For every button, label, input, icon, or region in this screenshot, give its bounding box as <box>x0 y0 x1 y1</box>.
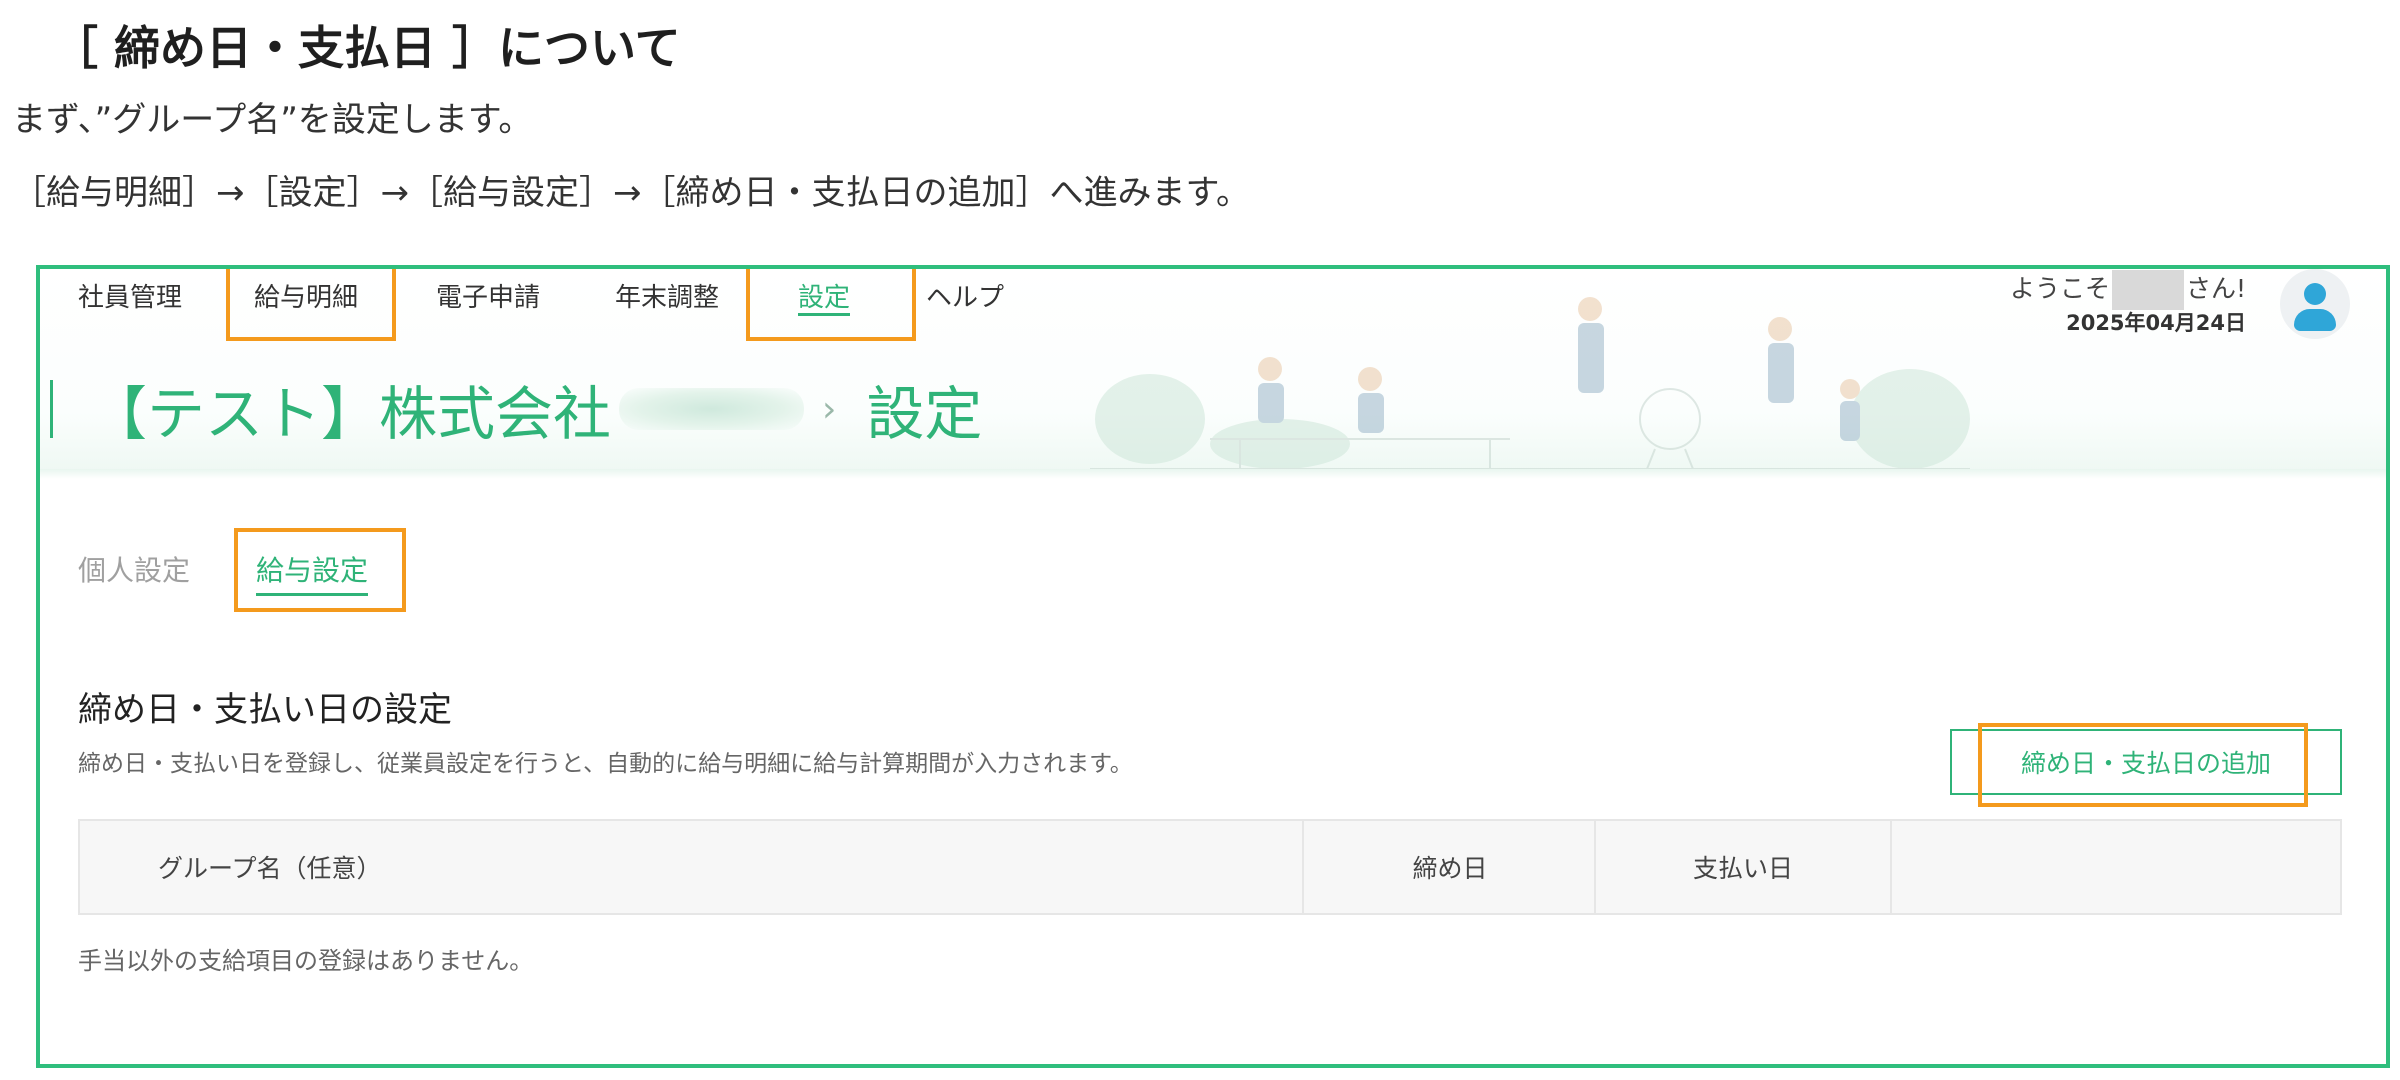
page-title: 【テスト】株式会社 › 設定 <box>50 367 982 451</box>
redacted-username <box>2111 270 2184 310</box>
highlight-settings <box>746 269 916 341</box>
column-closing-day: 締め日 <box>1302 821 1596 913</box>
tab-personal-settings[interactable]: 個人設定 <box>78 549 190 589</box>
welcome-message: ようこそ さん! <box>2010 269 2246 310</box>
empty-table-message: 手当以外の支給項目の登録はありません。 <box>78 947 534 975</box>
closing-day-table: グループ名（任意） 締め日 支払い日 <box>78 819 2342 915</box>
nav-employee-management[interactable]: 社員管理 <box>78 277 182 314</box>
doc-title: ［ 締め日・支払日 ］について <box>52 21 681 75</box>
section-title: 締め日・支払い日の設定 <box>78 690 452 730</box>
highlight-payslip <box>226 269 396 341</box>
current-date: 2025年04月24日 <box>2066 311 2246 335</box>
doc-instruction-2: ［給与明細］→［設定］→［給与設定］→［締め日・支払日の追加］へ進みます。 <box>12 173 1251 213</box>
highlight-add-button <box>1978 723 2308 807</box>
highlight-payroll-settings <box>234 528 406 612</box>
nav-e-application[interactable]: 電子申請 <box>436 277 540 314</box>
user-avatar-icon[interactable] <box>2280 269 2350 339</box>
company-name: 【テスト】株式会社 <box>89 380 612 448</box>
section-description: 締め日・支払い日を登録し、従業員設定を行うと、自動的に給与明細に給与計算期間が入… <box>78 751 1133 777</box>
bbq-party-illustration <box>1090 297 1970 474</box>
column-group-name: グループ名（任意） <box>158 854 382 883</box>
nav-help[interactable]: ヘルプ <box>926 277 1004 314</box>
screenshot-frame: 社員管理 給与明細 電子申請 年末調整 設定 ヘルプ ようこそ さん! 2025年… <box>36 265 2390 1068</box>
nav-year-end-adjustment[interactable]: 年末調整 <box>615 277 719 314</box>
title-accent-bar <box>50 380 53 438</box>
breadcrumb-separator: › <box>822 388 837 430</box>
column-payment-day: 支払い日 <box>1594 821 1892 913</box>
doc-instruction-1: まず、”グループ名”を設定します。 <box>12 100 533 140</box>
redacted-company-name <box>619 388 805 430</box>
page-name: 設定 <box>866 380 983 448</box>
